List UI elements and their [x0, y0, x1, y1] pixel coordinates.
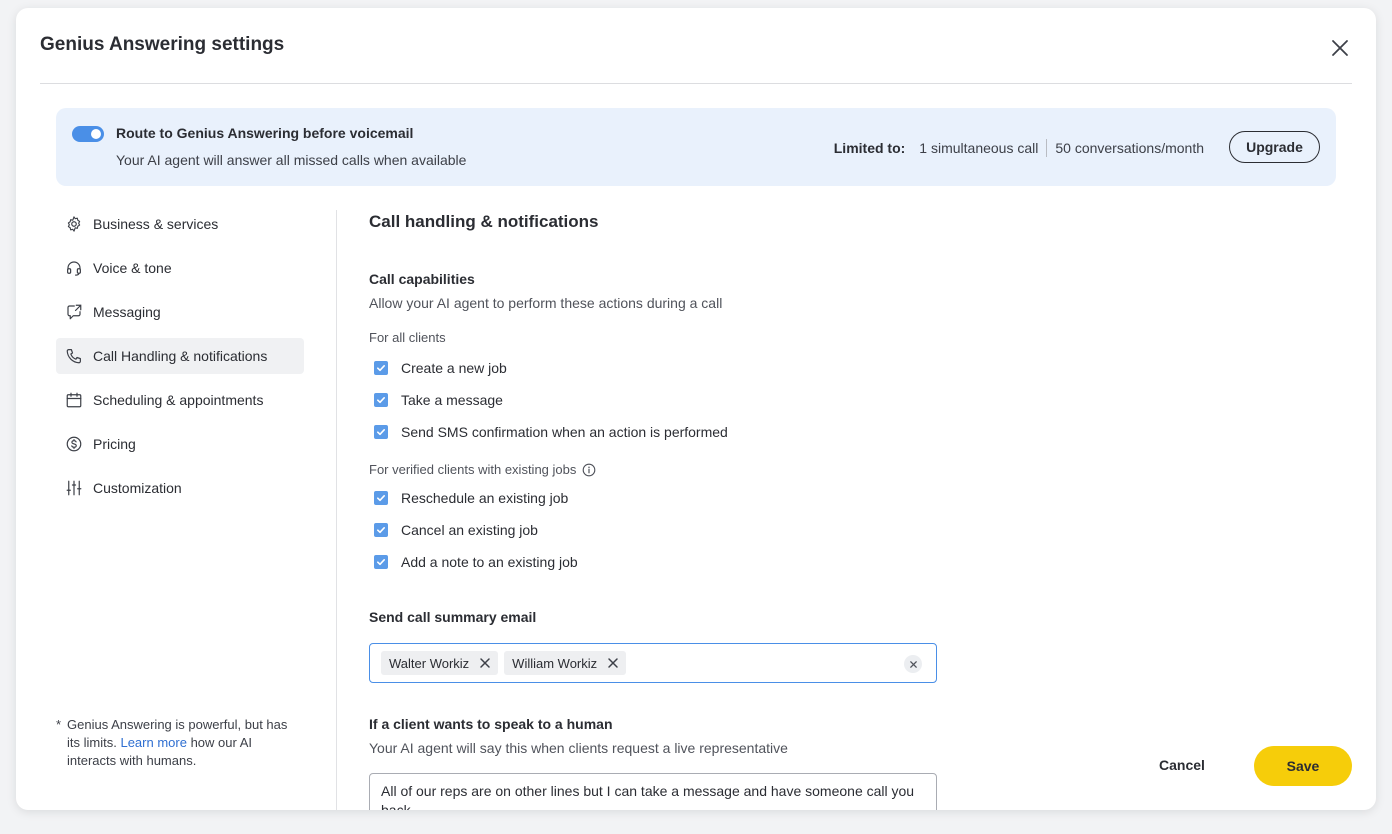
checkbox[interactable] — [374, 491, 388, 505]
route-toggle[interactable] — [72, 126, 104, 142]
limit-conversations: 50 conversations/month — [1055, 140, 1204, 156]
sidebar-item-label: Call Handling & notifications — [93, 348, 268, 364]
sidebar-item-label: Customization — [93, 480, 182, 496]
sidebar-item-voice[interactable]: Voice & tone — [56, 250, 304, 286]
checkbox-reschedule-job[interactable]: Reschedule an existing job — [369, 490, 568, 506]
toggle-knob — [91, 129, 101, 139]
recipient-name: William Workiz — [512, 655, 598, 671]
summary-email-recipients-input[interactable]: Walter Workiz William Workiz — [369, 643, 937, 683]
checkbox[interactable] — [374, 425, 388, 439]
plan-limits: Limited to: 1 simultaneous call 50 conve… — [834, 139, 1204, 157]
phone-icon — [65, 347, 83, 365]
save-button[interactable]: Save — [1254, 746, 1352, 786]
checkbox-cancel-job[interactable]: Cancel an existing job — [369, 522, 538, 538]
sidebar-item-label: Voice & tone — [93, 260, 172, 276]
checkbox-label: Cancel an existing job — [401, 522, 538, 538]
summary-email-title: Send call summary email — [369, 609, 537, 625]
sidebar-item-business[interactable]: Business & services — [56, 206, 304, 242]
close-icon[interactable] — [1328, 36, 1352, 60]
checkbox[interactable] — [374, 523, 388, 537]
banner-title: Route to Genius Answering before voicema… — [116, 125, 414, 141]
sidebar-item-label: Scheduling & appointments — [93, 392, 264, 408]
remove-recipient-icon[interactable] — [606, 656, 620, 670]
verified-clients-text: For verified clients with existing jobs — [369, 462, 577, 477]
sidebar-item-label: Pricing — [93, 436, 136, 452]
info-icon[interactable] — [582, 463, 596, 477]
learn-more-link[interactable]: Learn more — [120, 735, 186, 750]
upgrade-button[interactable]: Upgrade — [1229, 131, 1320, 163]
human-request-title: If a client wants to speak to a human — [369, 716, 613, 732]
settings-modal: Genius Answering settings Route to Geniu… — [16, 8, 1376, 810]
sidebar-item-scheduling[interactable]: Scheduling & appointments — [56, 382, 304, 418]
settings-sidebar: Business & services Voice & tone Messagi… — [56, 206, 304, 514]
sidebar-item-pricing[interactable]: Pricing — [56, 426, 304, 462]
human-request-description: Your AI agent will say this when clients… — [369, 740, 788, 756]
limit-calls: 1 simultaneous call — [919, 140, 1039, 156]
sliders-icon — [65, 479, 83, 497]
all-clients-label: For all clients — [369, 330, 446, 345]
route-banner: Route to Genius Answering before voicema… — [56, 108, 1336, 186]
capabilities-title: Call capabilities — [369, 271, 475, 287]
banner-subtitle: Your AI agent will answer all missed cal… — [116, 152, 467, 168]
footnote-star: * — [56, 717, 62, 732]
sidebar-item-label: Messaging — [93, 304, 161, 320]
ai-limits-footnote: * Genius Answering is powerful, but has … — [56, 716, 296, 770]
sidebar-item-messaging[interactable]: Messaging — [56, 294, 304, 330]
recipient-chip: William Workiz — [504, 651, 627, 675]
message-share-icon — [65, 303, 83, 321]
limits-label: Limited to: — [833, 140, 906, 156]
section-title: Call handling & notifications — [369, 212, 599, 231]
sidebar-item-customization[interactable]: Customization — [56, 470, 304, 506]
checkbox-label: Reschedule an existing job — [401, 490, 569, 506]
verified-clients-label: For verified clients with existing jobs — [369, 462, 596, 477]
modal-title: Genius Answering settings — [40, 34, 285, 55]
checkbox-label: Create a new job — [401, 360, 507, 376]
checkbox-sms-confirmation[interactable]: Send SMS confirmation when an action is … — [369, 424, 728, 440]
checkbox[interactable] — [374, 555, 388, 569]
remove-recipient-icon[interactable] — [478, 656, 492, 670]
gear-icon — [65, 215, 83, 233]
cancel-button[interactable]: Cancel — [1126, 745, 1238, 785]
dollar-icon — [65, 435, 83, 453]
headset-icon — [65, 259, 83, 277]
checkbox-label: Send SMS confirmation when an action is … — [401, 424, 728, 440]
calendar-icon — [65, 391, 83, 409]
checkbox-label: Take a message — [401, 392, 503, 408]
capabilities-description: Allow your AI agent to perform these act… — [369, 295, 723, 311]
sidebar-item-call-handling[interactable]: Call Handling & notifications — [56, 338, 304, 374]
sidebar-item-label: Business & services — [93, 216, 219, 232]
checkbox-add-note[interactable]: Add a note to an existing job — [369, 554, 578, 570]
recipient-name: Walter Workiz — [389, 655, 470, 671]
checkbox-create-job[interactable]: Create a new job — [369, 360, 507, 376]
checkbox[interactable] — [374, 361, 388, 375]
human-request-message-textarea[interactable]: All of our reps are on other lines but I… — [369, 773, 937, 810]
limits-separator — [1046, 139, 1048, 157]
clear-all-icon[interactable] — [904, 655, 922, 673]
header-divider — [40, 83, 1352, 84]
column-divider — [336, 210, 337, 810]
recipient-chip: Walter Workiz — [381, 651, 499, 675]
checkbox[interactable] — [374, 393, 388, 407]
checkbox-label: Add a note to an existing job — [401, 554, 578, 570]
checkbox-take-message[interactable]: Take a message — [369, 392, 503, 408]
